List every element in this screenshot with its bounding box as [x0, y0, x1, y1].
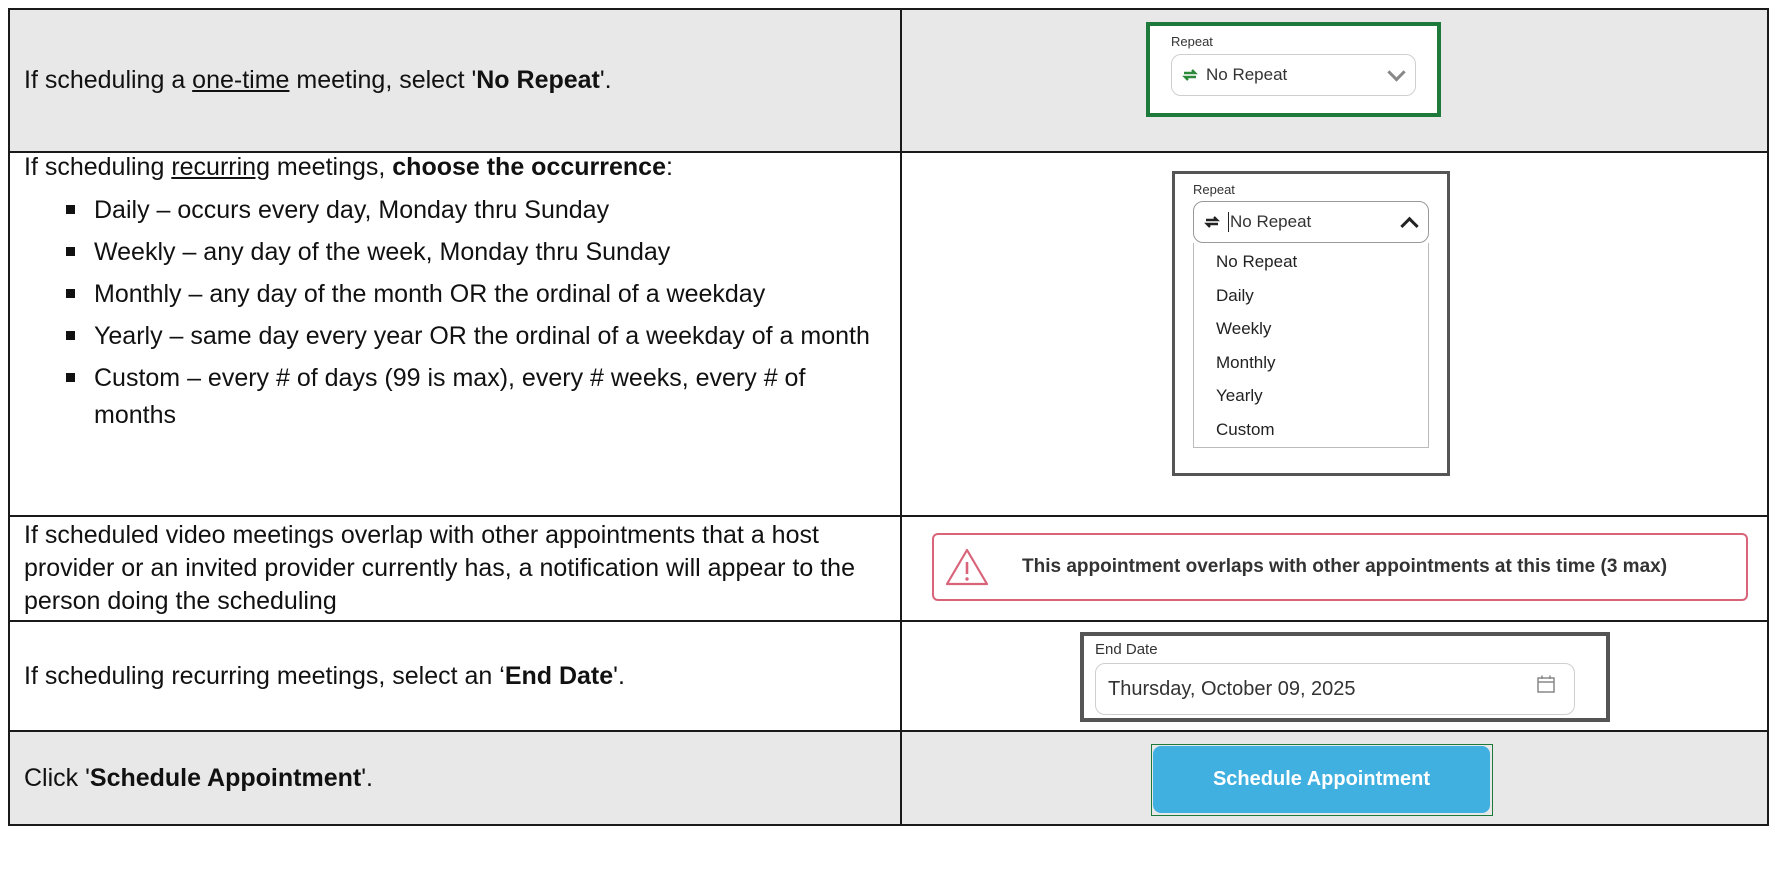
table-row: If scheduled video meetings overlap with…	[8, 515, 1769, 622]
end-date-screenshot: End Date Thursday, October 09, 2025	[1080, 632, 1610, 722]
instruction-cell: If scheduling a one-time meeting, select…	[8, 8, 902, 153]
instruction-table: If scheduling a one-time meeting, select…	[8, 8, 1769, 826]
list-item: Yearly – same day every year OR the ordi…	[66, 318, 886, 355]
instruction-text: '.	[599, 66, 612, 94]
list-item: Monthly – any day of the month OR the or…	[66, 276, 886, 313]
option-yearly[interactable]: Yearly	[1194, 379, 1428, 413]
instruction-text: '.	[613, 661, 625, 690]
instruction-text: Click '	[24, 763, 90, 792]
list-item: Daily – occurs every day, Monday thru Su…	[66, 192, 886, 229]
instruction-text: meetings,	[269, 153, 393, 181]
table-row: Click 'Schedule Appointment'. Schedule A…	[8, 730, 1769, 826]
schedule-button-highlight: Schedule Appointment	[1151, 744, 1493, 816]
chevron-up-icon	[1400, 216, 1419, 236]
instruction-emphasis: one-time	[192, 66, 290, 94]
instruction-cell: Click 'Schedule Appointment'.	[8, 730, 902, 826]
repeat-widget-highlight: Repeat No Repeat	[1146, 22, 1441, 117]
table-row: If scheduling recurring meetings, choose…	[8, 151, 1769, 517]
list-item: Custom – every # of days (99 is max), ev…	[66, 360, 886, 434]
instruction-text: If scheduling a	[24, 66, 193, 94]
option-no-repeat[interactable]: No Repeat	[1194, 245, 1428, 279]
instruction-cell: If scheduling recurring meetings, choose…	[8, 151, 902, 517]
instruction-emphasis: recurring	[171, 153, 270, 181]
repeat-select[interactable]: No Repeat	[1171, 54, 1416, 96]
instruction-cell: If scheduling recurring meetings, select…	[8, 620, 902, 732]
schedule-appointment-button[interactable]: Schedule Appointment	[1153, 746, 1490, 813]
screenshot-cell: End Date Thursday, October 09, 2025	[900, 620, 1769, 732]
instruction-text: meeting, select '	[289, 66, 477, 94]
chevron-down-icon	[1387, 63, 1406, 82]
warning-icon	[945, 548, 989, 586]
repeat-icon	[1182, 69, 1198, 81]
instruction-bold: Schedule Appointment	[89, 763, 362, 792]
screenshot-cell: Repeat No Repeat	[900, 8, 1769, 153]
screenshot-cell: Repeat No Repeat No Repeat Daily Weekly …	[900, 151, 1769, 517]
instruction-bold: End Date	[504, 661, 614, 690]
overlap-message: This appointment overlaps with other app…	[1022, 556, 1668, 577]
list-item: Weekly – any day of the week, Monday thr…	[66, 234, 886, 271]
end-date-label: End Date	[1095, 641, 1158, 658]
instruction-text: '.	[361, 763, 373, 792]
table-row: If scheduling a one-time meeting, select…	[8, 8, 1769, 153]
end-date-value: Thursday, October 09, 2025	[1108, 677, 1356, 700]
repeat-icon	[1204, 216, 1220, 228]
instruction-text: If scheduling	[24, 153, 172, 181]
option-monthly[interactable]: Monthly	[1194, 346, 1428, 380]
instruction-bold: choose the occurrence	[392, 153, 666, 181]
instruction-bold: No Repeat	[476, 66, 600, 94]
repeat-label: Repeat	[1193, 182, 1235, 197]
instruction-text: :	[665, 153, 673, 181]
instruction-text: If scheduling recurring meetings, select…	[24, 661, 505, 690]
repeat-select-value: No Repeat	[1206, 65, 1288, 84]
overlap-alert: This appointment overlaps with other app…	[932, 533, 1748, 601]
occurrence-list: Daily – occurs every day, Monday thru Su…	[24, 192, 886, 434]
option-custom[interactable]: Custom	[1194, 413, 1428, 447]
option-weekly[interactable]: Weekly	[1194, 312, 1428, 346]
calendar-icon[interactable]	[1536, 674, 1556, 694]
repeat-select-open[interactable]: No Repeat	[1193, 201, 1429, 243]
option-daily[interactable]: Daily	[1194, 279, 1428, 313]
repeat-options-menu: No Repeat Daily Weekly Monthly Yearly Cu…	[1193, 243, 1429, 448]
table-row: If scheduling recurring meetings, select…	[8, 620, 1769, 732]
repeat-label: Repeat	[1171, 34, 1213, 49]
screenshot-cell: Schedule Appointment	[900, 730, 1769, 826]
repeat-dropdown-screenshot: Repeat No Repeat No Repeat Daily Weekly …	[1172, 171, 1450, 476]
end-date-input[interactable]: Thursday, October 09, 2025	[1095, 663, 1575, 715]
repeat-select-value: No Repeat	[1228, 212, 1312, 232]
instruction-cell: If scheduled video meetings overlap with…	[8, 515, 902, 622]
screenshot-cell: This appointment overlaps with other app…	[900, 515, 1769, 622]
